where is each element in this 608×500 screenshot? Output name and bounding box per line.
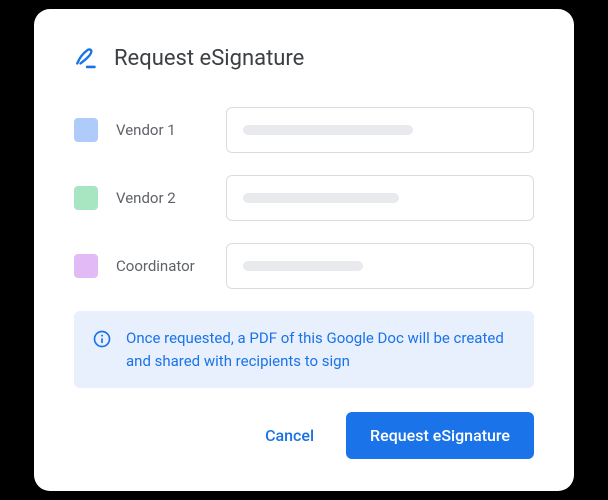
dialog-title: Request eSignature	[114, 46, 304, 71]
signer-input[interactable]	[226, 243, 534, 289]
signer-row: Vendor 2	[74, 175, 534, 221]
info-icon	[92, 329, 112, 349]
signer-label: Vendor 1	[116, 121, 208, 139]
request-esignature-button[interactable]: Request eSignature	[346, 412, 534, 459]
signer-label: Coordinator	[116, 257, 208, 275]
signer-row: Vendor 1	[74, 107, 534, 153]
signer-color-swatch	[74, 254, 98, 278]
signer-color-swatch	[74, 118, 98, 142]
signer-input[interactable]	[226, 175, 534, 221]
input-placeholder	[243, 193, 399, 203]
signer-row: Coordinator	[74, 243, 534, 289]
input-placeholder	[243, 261, 363, 271]
info-banner: Once requested, a PDF of this Google Doc…	[74, 311, 534, 388]
esignature-dialog: Request eSignature Vendor 1 Vendor 2 Coo…	[34, 9, 574, 491]
dialog-actions: Cancel Request eSignature	[74, 412, 534, 459]
info-text: Once requested, a PDF of this Google Doc…	[126, 327, 516, 372]
input-placeholder	[243, 125, 413, 135]
signer-input[interactable]	[226, 107, 534, 153]
signer-label: Vendor 2	[116, 189, 208, 207]
signature-icon	[74, 45, 100, 71]
signer-color-swatch	[74, 186, 98, 210]
cancel-button[interactable]: Cancel	[257, 416, 322, 455]
dialog-header: Request eSignature	[74, 45, 534, 71]
